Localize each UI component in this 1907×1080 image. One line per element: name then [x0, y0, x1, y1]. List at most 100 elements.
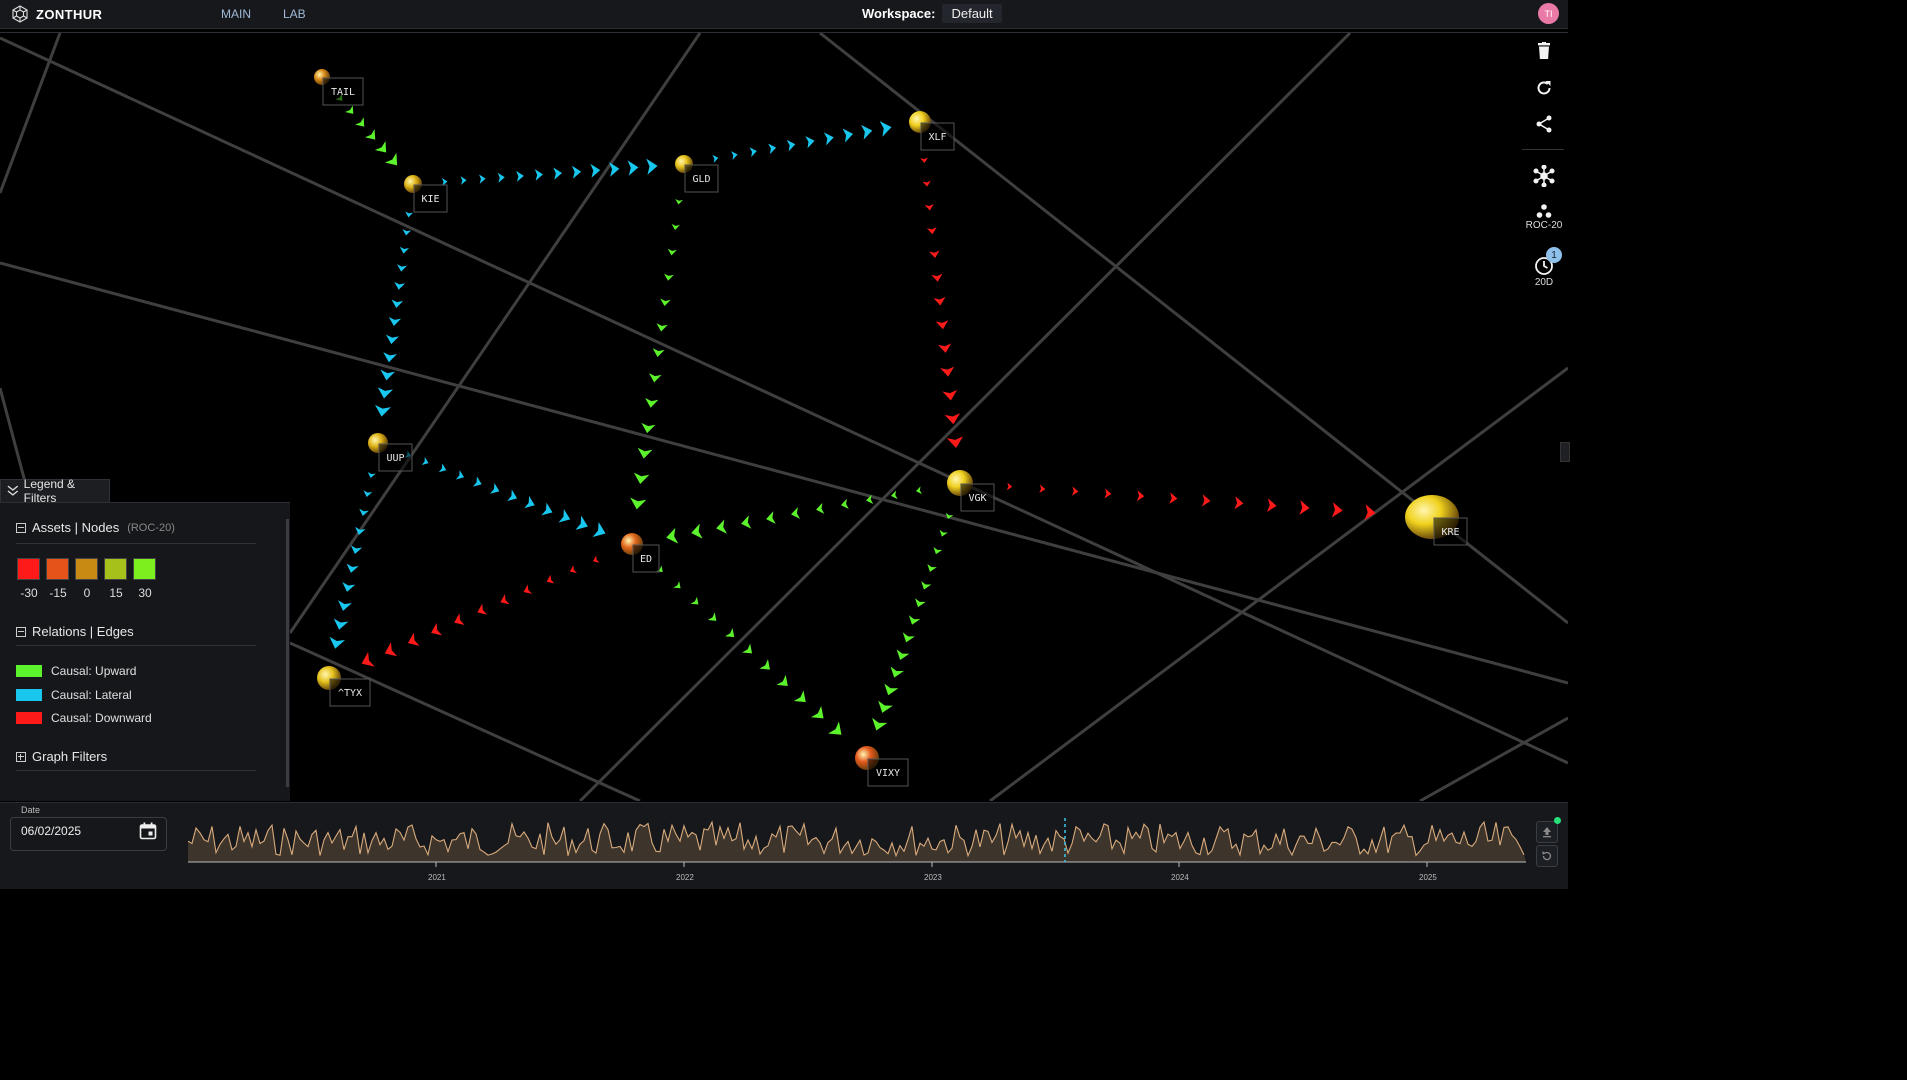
edge-arrow — [712, 154, 719, 163]
edge-swatch — [16, 689, 42, 701]
edge-arrow — [558, 509, 571, 523]
edge-arrow — [916, 486, 922, 495]
app-logo[interactable]: ZONTHUR — [11, 5, 102, 23]
color-swatch-15 — [104, 558, 127, 580]
edge-arrow — [592, 555, 600, 563]
edge-arrow — [1299, 500, 1310, 515]
node-label: KRE — [1441, 527, 1459, 538]
node-kie: KIE — [404, 175, 448, 213]
date-label: Date — [19, 805, 43, 815]
edge-arrow — [922, 180, 931, 187]
nav-main-link[interactable]: MAIN — [221, 7, 251, 21]
assets-section-header[interactable]: Assets | Nodes (ROC-20) — [16, 520, 175, 535]
node-tyx: ^TYX — [317, 666, 371, 707]
delete-button[interactable] — [1522, 42, 1566, 60]
metric-selector-button[interactable]: ROC-20 — [1522, 203, 1566, 231]
edge-arrow — [946, 436, 963, 448]
edge-arrow — [1266, 498, 1277, 512]
edge-arrow — [890, 666, 904, 678]
collapse-icon — [16, 626, 26, 637]
network-layout-icon — [1533, 165, 1555, 187]
user-avatar[interactable]: TI — [1538, 3, 1559, 24]
edge-arrow — [786, 139, 796, 152]
edge-arrow — [656, 323, 668, 332]
legend-scrollbar[interactable] — [286, 519, 289, 787]
edge-arrow — [553, 167, 563, 180]
graph-filters-title: Graph Filters — [32, 749, 108, 764]
edge-arrow — [630, 497, 647, 510]
collapse-icon — [16, 522, 26, 533]
edge-arrow — [386, 334, 399, 345]
edge-arrow — [942, 389, 958, 401]
relations-section-header[interactable]: Relations | Edges — [16, 624, 134, 639]
nav-lab-link[interactable]: LAB — [283, 7, 306, 21]
edge-arrow — [363, 490, 373, 498]
color-swatch-0 — [75, 558, 98, 580]
layout-button[interactable] — [1522, 165, 1566, 187]
edge-arrow — [749, 147, 757, 158]
edge-arrow — [455, 470, 465, 480]
assets-subtitle: (ROC-20) — [127, 521, 175, 534]
node-label: ED — [640, 554, 652, 565]
edge-arrow — [388, 316, 402, 326]
edge-arrow — [879, 121, 892, 137]
edge-arrow — [500, 594, 510, 605]
color-swatch-neg15 — [46, 558, 69, 580]
node-cluster-icon — [1536, 204, 1552, 218]
edge-arrow — [861, 124, 873, 140]
color-swatch-neg30 — [17, 558, 40, 580]
scale-label: -30 — [20, 586, 38, 600]
edge-arrow — [355, 117, 365, 127]
timeline-reset-button[interactable] — [1536, 845, 1558, 867]
edge-arrow — [927, 563, 937, 572]
trash-icon — [1538, 42, 1550, 59]
edge-arrow — [793, 690, 806, 703]
edge-arrow — [690, 596, 699, 605]
edge-arrow — [384, 642, 398, 657]
timeline-sparkline[interactable] — [188, 818, 1530, 872]
edge-arrow — [377, 387, 393, 399]
edge-arrow — [575, 515, 588, 530]
graph-filters-header[interactable]: Graph Filters — [16, 749, 107, 764]
edge-arrow — [915, 598, 926, 608]
scale-label: -15 — [49, 586, 67, 600]
edge-label: Causal: Upward — [51, 664, 137, 678]
legend-toggle-tab[interactable]: Legend & Filters — [0, 477, 110, 505]
edge-arrow — [364, 129, 376, 140]
node-label: VIXY — [876, 768, 900, 779]
grid-line — [0, 33, 62, 194]
edge-arrow — [569, 565, 577, 574]
metric-label: ROC-20 — [1525, 220, 1563, 231]
edge-arrow — [637, 447, 653, 459]
timeline-export-button[interactable] — [1536, 821, 1558, 843]
legend-tab-label: Legend & Filters — [23, 477, 76, 505]
node-tail: TAIL — [314, 69, 364, 106]
edge-arrow — [716, 519, 727, 534]
edge-arrow — [828, 721, 842, 735]
edge-uup-tyx — [329, 471, 376, 649]
legend-edge-lateral: Causal: Lateral — [16, 688, 132, 702]
legend-edge-downward: Causal: Downward — [16, 711, 152, 725]
edge-arrow — [1234, 496, 1244, 510]
year-label: 2022 — [676, 873, 694, 882]
edge-arrow — [421, 457, 429, 466]
calendar-icon[interactable] — [139, 822, 157, 840]
node-ed: ED — [621, 533, 660, 573]
edge-arrow — [646, 158, 658, 175]
date-value[interactable]: 06/02/2025 — [21, 824, 81, 838]
workspace-dropdown[interactable]: Default — [942, 4, 1002, 23]
refresh-button[interactable] — [1522, 79, 1566, 97]
share-button[interactable] — [1522, 115, 1566, 133]
edge-arrow — [823, 132, 834, 146]
edge-arrow — [671, 223, 680, 230]
edge-label: Causal: Downward — [51, 711, 152, 725]
edge-arrow — [759, 659, 770, 670]
node-label: VGK — [968, 493, 986, 504]
edge-arrow — [940, 366, 955, 377]
side-panel-handle[interactable] — [1560, 442, 1570, 462]
edge-arrow — [391, 299, 404, 308]
edge-arrow — [592, 522, 606, 537]
history-badge: 1 — [1546, 247, 1562, 263]
edge-arrow — [741, 515, 752, 529]
edge-arrow — [884, 683, 899, 696]
